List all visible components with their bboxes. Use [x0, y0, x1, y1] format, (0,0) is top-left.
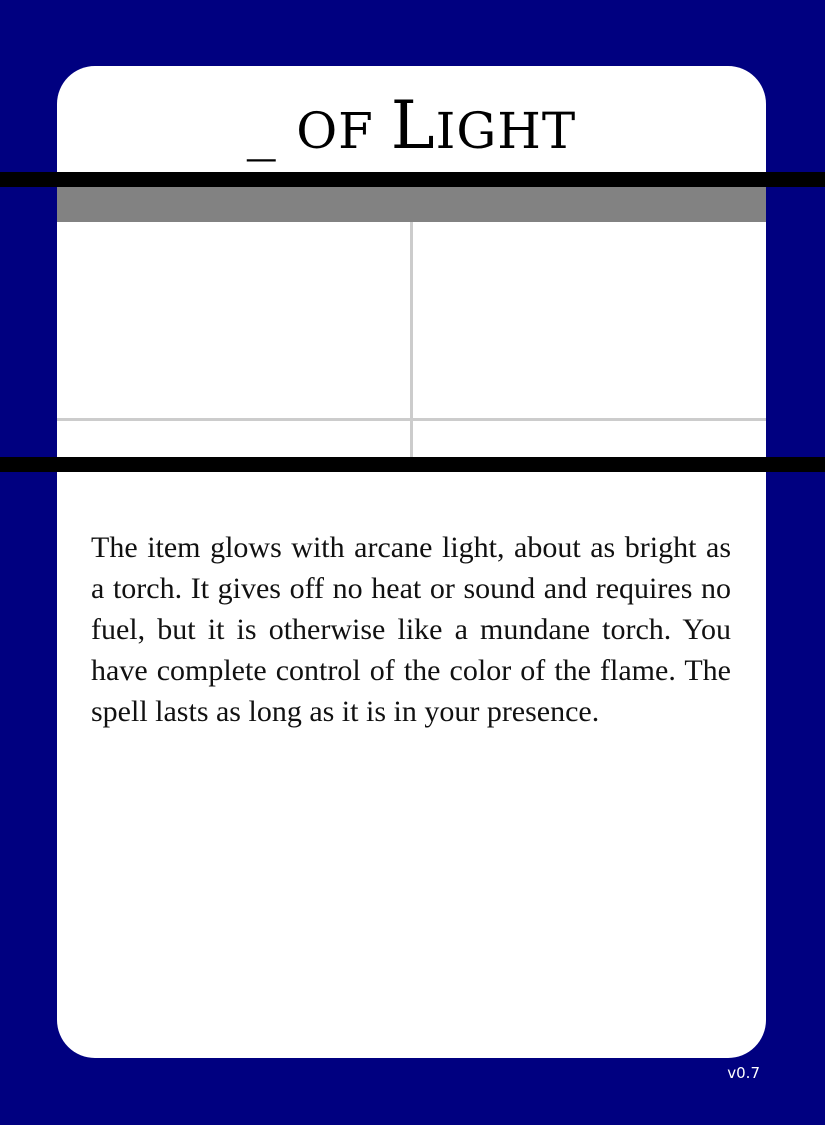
card-description: The item glows with arcane light, about …	[91, 531, 731, 728]
stats-cell-top-right	[413, 222, 766, 418]
stats-grid	[57, 222, 766, 457]
title-prefix: _	[246, 94, 297, 162]
stats-cell-bottom-right	[413, 421, 766, 457]
top-divider-bar	[0, 172, 825, 187]
title-initial-l: L	[390, 87, 436, 164]
stats-cell-bottom-left	[57, 421, 410, 457]
bottom-divider-bar	[0, 457, 825, 472]
title-word-of: OF	[296, 102, 391, 160]
grid-vertical-divider	[410, 222, 413, 457]
header-band	[57, 187, 766, 222]
stats-cell-top-left	[57, 222, 410, 418]
card-title: _ OF LIGHT	[57, 66, 766, 174]
title-word-ight: IGHT	[435, 102, 577, 160]
version-label: v0.7	[727, 1064, 760, 1082]
grid-horizontal-divider	[57, 418, 766, 421]
